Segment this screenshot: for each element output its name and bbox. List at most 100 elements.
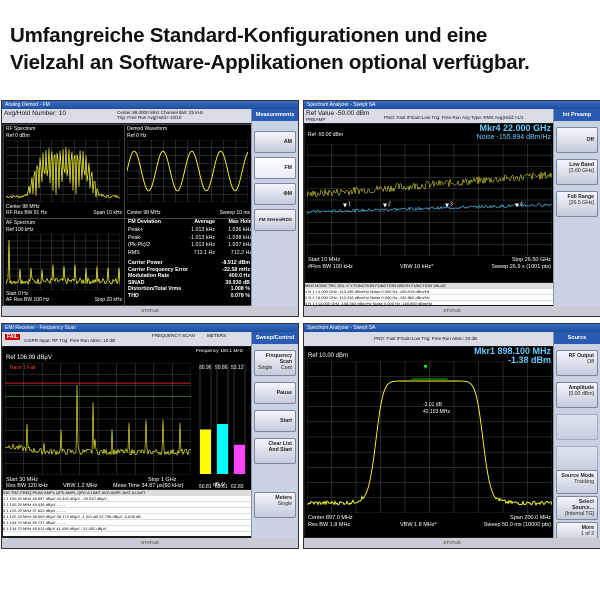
fm-deviation-label: Peak- <box>128 234 142 241</box>
fm-result-row: Carrier Power -8.912 dBm <box>125 260 252 267</box>
softkey-header: Measurements <box>252 109 298 121</box>
marker-number: 3 <box>450 201 453 207</box>
rf-spectrum-title: RF Spectrum <box>6 126 36 132</box>
af-spectrum-panel: AF Spectrum Ref 100 kHz Start 0 Hz AF Re… <box>3 218 125 306</box>
marker-table: MKR MODE TRC SCL X Y FUNCTION FUNCTION W… <box>305 283 554 313</box>
headline: Umfangreiche Standard-Konfigurationen un… <box>10 22 595 76</box>
status-bar: STATUS <box>2 306 298 316</box>
fm-result-row: Carrier Frequency Error -22.58 mHz <box>125 267 252 274</box>
headline-line-2: Vielzahl an Software-Applikationen optio… <box>10 51 530 74</box>
demod-ref-label: Ref 0 Hz <box>127 133 147 139</box>
fm-deviation-max: 1.037 kHz <box>228 242 252 249</box>
meter-frequency: Frequency 100.1 MHz <box>196 349 244 354</box>
fm-button[interactable]: FM <box>254 157 296 179</box>
am-button[interactable]: AM <box>254 131 296 153</box>
analog-demod-screen: Analog Demod - FM Avg/Hold Number: 10 Ce… <box>1 100 299 317</box>
softkey-header: Sweep/Control <box>252 332 298 344</box>
fm-deviation-max: -1.038 kHz <box>226 234 252 241</box>
start-button[interactable]: Start <box>254 410 296 432</box>
ref-label: Ref 10.00 dBm <box>308 353 349 359</box>
fm-result-value: -8.912 dBm <box>221 259 250 266</box>
full-range-button[interactable]: Full Range [26.5 GHz] <box>556 191 598 217</box>
preamp-label: PREAMP <box>306 117 326 122</box>
demod-trace <box>127 140 248 202</box>
frequency-scan-label: FREQUENCY SCAN <box>152 333 195 338</box>
fm-result-value: 400.0 Hz <box>228 273 250 280</box>
meter-bar <box>200 429 211 474</box>
measurements-softkeys: Measurements AM FM ΦM FM Stereo/RDS <box>251 109 298 306</box>
occ-plot: Ref 10.00 dBm Mkr1 898.100 MHz -1.38 dBm… <box>305 347 554 537</box>
window-title: Spectrum Analyzer - Swept SA <box>304 101 600 109</box>
window-title: Analog Demod - FM <box>2 101 298 109</box>
bandwidth-hz-annotation: 42.153 MHz <box>423 409 450 415</box>
phim-button[interactable]: ΦM <box>254 183 296 205</box>
fm-deviation-row: Peak- -1.013 kHz -1.038 kHz <box>125 235 252 243</box>
rf-spectrum-trace <box>6 140 120 202</box>
ref-label: Ref -50.00 dBm <box>308 132 344 138</box>
demod-title: Demod Waveform <box>127 126 168 132</box>
fm-deviation-title: FM Deviation <box>128 219 161 225</box>
res-bw-label: Res BW 120 kHz <box>6 483 48 489</box>
amplitude-button[interactable]: Amplitude [0.00 dBm] <box>556 382 598 408</box>
fm-result-row: Modulation Rate 400.0 Hz <box>125 273 252 280</box>
emi-trace <box>5 363 191 475</box>
af-ref-label: Ref 100 kHz <box>6 227 34 233</box>
af-title: AF Spectrum <box>6 220 36 226</box>
select-source-button[interactable]: Select Source... [Internal TG] <box>556 496 598 520</box>
vbw-label: VBW 10 kHz* <box>400 264 434 270</box>
pause-button[interactable]: Pause <box>254 382 296 404</box>
sweep-control-softkeys: Sweep/Control Frequency Scan Cont Single… <box>251 332 298 538</box>
emi-plot: Ref 106.99 dBμV Trace 1 Fail Frequency 1… <box>3 347 252 490</box>
meter-bars <box>199 364 246 474</box>
fm-result-row: Distortion/Total Vrms 1.008 % <box>125 286 252 293</box>
swept-info: PNO: Fast IFGain:Low Trig: Free Run Avg … <box>384 115 524 120</box>
tracking-source-screen: Spectrum Analyzer - Swept SA PNO: Fast I… <box>303 323 600 549</box>
fm-deviation-avg: 1.013 kHz <box>191 226 215 233</box>
settings-bar: Ref Value -50.00 dBm PNO: Fast IFGain:Lo… <box>304 109 554 123</box>
meas-time-label: Meas Time 34.87 μs(60 kHz) <box>113 483 184 489</box>
res-bw-label: Res BW 1.8 MHz <box>308 522 351 528</box>
fm-deviation-table: FM Deviation Average Max Hold Peak+ 1.013… <box>124 218 253 306</box>
status-bar: STATUS <box>2 538 298 548</box>
meters-button[interactable]: Meters Single <box>254 492 296 518</box>
frequency-scan-text: Frequency Scan <box>265 353 292 365</box>
fm-deviation-avg: 712.1 Hz <box>193 250 215 257</box>
af-stop-label: Stop 20 kHz <box>94 297 122 303</box>
fm-result-value: 0.078 % <box>230 292 250 299</box>
fm-results: Carrier Power -8.912 dBm Carrier Frequency… <box>125 260 252 300</box>
stop-label: Stop 26.50 GHz <box>511 257 551 263</box>
swept-trace: 1 2 3 4 <box>307 144 552 256</box>
vbw-label: VBW 1.2 MHz <box>63 483 98 489</box>
empty-softkey-2[interactable] <box>556 446 598 472</box>
fm-result-label: Modulation Rate <box>128 273 170 280</box>
noise-readout: Noise -155.894 dBm/Hz <box>476 134 551 141</box>
window-title: EMI Receiver - Frequency Scan <box>2 324 298 332</box>
fm-stereo-button[interactable]: FM Stereo/RDS <box>254 209 296 231</box>
off-button[interactable]: Off <box>556 127 598 153</box>
occ-info: PNO: Fast IFGain:Low Trig: Free Run Atte… <box>374 336 478 341</box>
sweep-label: Sweep 50.0 ms (10000 pts) <box>483 522 551 528</box>
empty-softkey-1[interactable] <box>556 414 598 440</box>
graticule <box>307 361 552 513</box>
meter-bar <box>217 424 228 474</box>
fm-deviation-row: (Pk-Pk)/2 1.013 kHz 1.037 kHz <box>125 242 252 250</box>
marker-2-icon <box>383 203 387 208</box>
settings-bar: CISPR Input: RF Trig: Free Run Atten: 10… <box>2 332 252 346</box>
low-band-value: [3.60 GHz] <box>569 168 594 174</box>
signal-list-table: SIG TRC FREQ PEAK AMPL QPD AMPL QPD Δ LI… <box>3 490 252 536</box>
ref-label: Ref 106.99 dBμV <box>6 355 52 361</box>
window-title: Spectrum Analyzer - Swept SA <box>304 324 600 332</box>
rf-output-button[interactable]: RF Output Off <box>556 350 598 376</box>
af-trace <box>6 234 120 290</box>
clear-list-start-button[interactable]: Clear List And Start <box>254 438 296 464</box>
fm-deviation-rows: Peak+ 1.013 kHz 1.036 kHz Peak- -1.013 kHz -1… <box>125 227 252 258</box>
low-band-button[interactable]: Low Band [3.60 GHz] <box>556 159 598 185</box>
source-mode-button[interactable]: Source Mode Tracking <box>556 470 598 494</box>
fm-deviation-max: 712.2 Hz <box>230 250 252 257</box>
fm-result-value: -22.58 mHz <box>222 266 250 273</box>
start-label: Start 10 MHz <box>308 257 341 263</box>
fm-deviation-label: Peak+ <box>128 226 144 233</box>
demod-waveform-panel: Demod Waveform Ref 0 Hz Center 98 MHz Sw… <box>124 124 253 219</box>
demod-sweep-label: Sweep 10 ms <box>219 210 250 216</box>
frequency-scan-button[interactable]: Frequency Scan Cont Single <box>254 350 296 376</box>
